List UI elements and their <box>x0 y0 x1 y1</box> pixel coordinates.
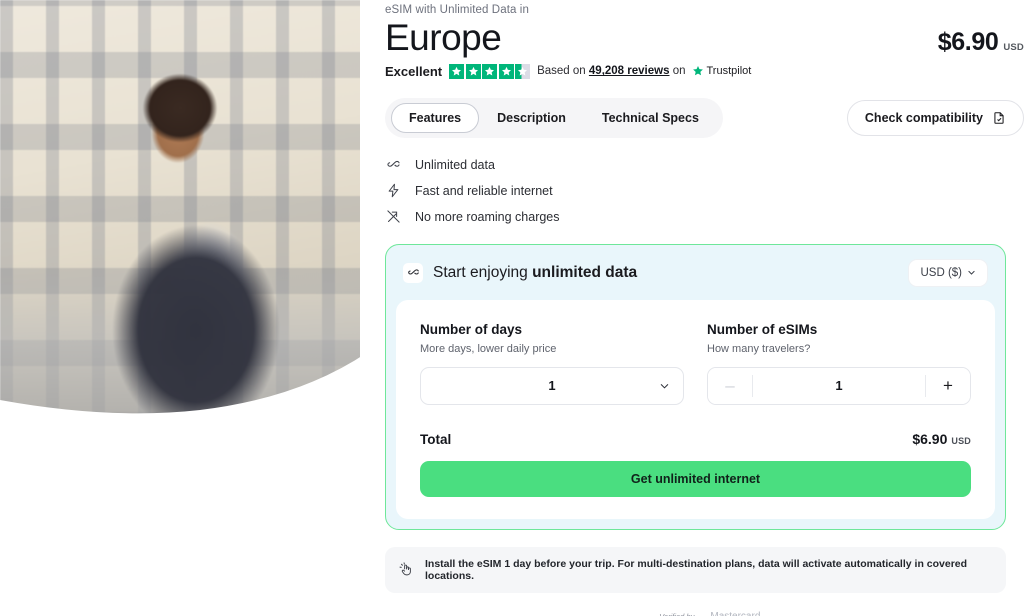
days-value: 1 <box>548 378 556 394</box>
mastercard-label: Mastercard <box>710 611 766 616</box>
chevron-down-icon <box>968 271 975 276</box>
feature-item: Unlimited data <box>385 153 1024 177</box>
features-list: Unlimited data Fast and reliable interne… <box>385 153 1024 229</box>
infinity-icon <box>385 157 402 172</box>
product-page: eSIM with Unlimited Data in Europe $6.90… <box>0 0 1024 616</box>
tab-technical-specs[interactable]: Technical Specs <box>584 103 717 133</box>
based-on-label: Based on <box>537 65 586 78</box>
total-currency: USD <box>951 435 971 446</box>
trustpilot-label: Trustpilot <box>706 65 752 78</box>
hero-image <box>0 0 368 438</box>
check-compatibility-label: Check compatibility <box>864 110 983 125</box>
hero-wave-mask <box>0 0 368 438</box>
star-icon-partial <box>515 63 531 79</box>
mastercard-securecode-badge: Mastercard SecureCode <box>710 611 766 616</box>
lightning-bolt-icon <box>385 183 402 198</box>
install-notice: Install the eSIM 1 day before your trip.… <box>385 546 1006 593</box>
no-roaming-icon <box>385 209 402 224</box>
total-row: Total $6.90 USD <box>420 431 971 447</box>
purchase-panel: Number of days More days, lower daily pr… <box>396 299 995 519</box>
purchase-card-title-bold: unlimited data <box>532 263 638 281</box>
star-icon <box>482 63 498 79</box>
feature-label: Unlimited data <box>415 157 495 172</box>
days-label: Number of days <box>420 321 523 337</box>
days-select[interactable]: 1 <box>420 366 684 405</box>
purchase-card-header-left: Start enjoying unlimited data <box>403 262 637 283</box>
feature-item: Fast and reliable internet <box>385 179 1024 203</box>
esims-label: Number of eSIMs <box>707 321 818 337</box>
trustpilot-rating: Excellent Based on 49,208 reviews on Tru… <box>385 63 1024 79</box>
chevron-down-icon <box>660 384 669 389</box>
tab-list: Features Description Technical Specs <box>385 97 723 138</box>
tabs-row: Features Description Technical Specs Che… <box>385 97 1024 138</box>
days-sub: More days, lower daily price <box>420 342 557 355</box>
star-icon <box>498 63 514 79</box>
esims-value: 1 <box>835 378 843 394</box>
trustpilot-star-icon <box>693 66 704 76</box>
infinity-icon <box>403 262 423 283</box>
feature-label: No more roaming charges <box>415 209 560 224</box>
currency-selector-value: USD ($) <box>920 266 962 279</box>
header-price: $6.90 USD <box>938 18 1024 57</box>
feature-item: No more roaming charges <box>385 205 1024 229</box>
get-unlimited-internet-button[interactable]: Get unlimited internet <box>420 460 971 497</box>
esims-field: Number of eSIMs How many travelers? – 1 … <box>707 322 971 405</box>
total-value: $6.90 USD <box>912 431 971 447</box>
feature-label: Fast and reliable internet <box>415 183 553 198</box>
total-price: $6.90 <box>912 430 948 447</box>
currency-selector[interactable]: USD ($) <box>908 258 988 287</box>
price-currency: USD <box>1003 42 1024 53</box>
purchase-card-title: Start enjoying unlimited data <box>433 264 637 282</box>
title-row: Europe $6.90 USD <box>385 18 1024 58</box>
tab-features[interactable]: Features <box>391 102 480 133</box>
check-compatibility-button[interactable]: Check compatibility <box>846 99 1024 136</box>
product-eyebrow: eSIM with Unlimited Data in <box>385 4 529 16</box>
purchase-card-title-plain: Start enjoying <box>433 263 533 281</box>
purchase-fields: Number of days More days, lower daily pr… <box>420 322 971 405</box>
tap-hand-icon <box>399 562 411 576</box>
purchase-card-header: Start enjoying unlimited data USD ($) <box>386 245 1005 300</box>
price-amount: $6.90 <box>937 28 999 56</box>
increment-button[interactable]: + <box>926 367 970 404</box>
product-details: eSIM with Unlimited Data in Europe $6.90… <box>385 0 1024 616</box>
install-notice-text: Install the eSIM 1 day before your trip.… <box>425 557 968 582</box>
decrement-button[interactable]: – <box>708 367 752 404</box>
rating-word: Excellent <box>385 63 443 79</box>
esims-stepper: – 1 + <box>707 366 971 405</box>
page-title: Europe <box>385 17 502 58</box>
trustpilot-brand: Trustpilot <box>692 65 751 77</box>
payment-badges: SECURE PAYMENT GUARANTEED Verified by VI… <box>385 611 1006 616</box>
total-label: Total <box>420 431 452 447</box>
on-label: on <box>672 65 686 78</box>
star-icon <box>449 63 465 79</box>
esims-sub: How many travelers? <box>707 342 811 355</box>
star-icon <box>465 63 481 79</box>
purchase-card: Start enjoying unlimited data USD ($) Nu… <box>385 243 1006 530</box>
reviews-link[interactable]: 49,208 reviews <box>589 65 670 77</box>
rating-based-on: Based on 49,208 reviews on <box>537 65 685 77</box>
tab-description[interactable]: Description <box>479 103 584 133</box>
days-field: Number of days More days, lower daily pr… <box>420 322 684 405</box>
rating-stars <box>449 63 531 79</box>
document-check-icon <box>994 112 1004 124</box>
